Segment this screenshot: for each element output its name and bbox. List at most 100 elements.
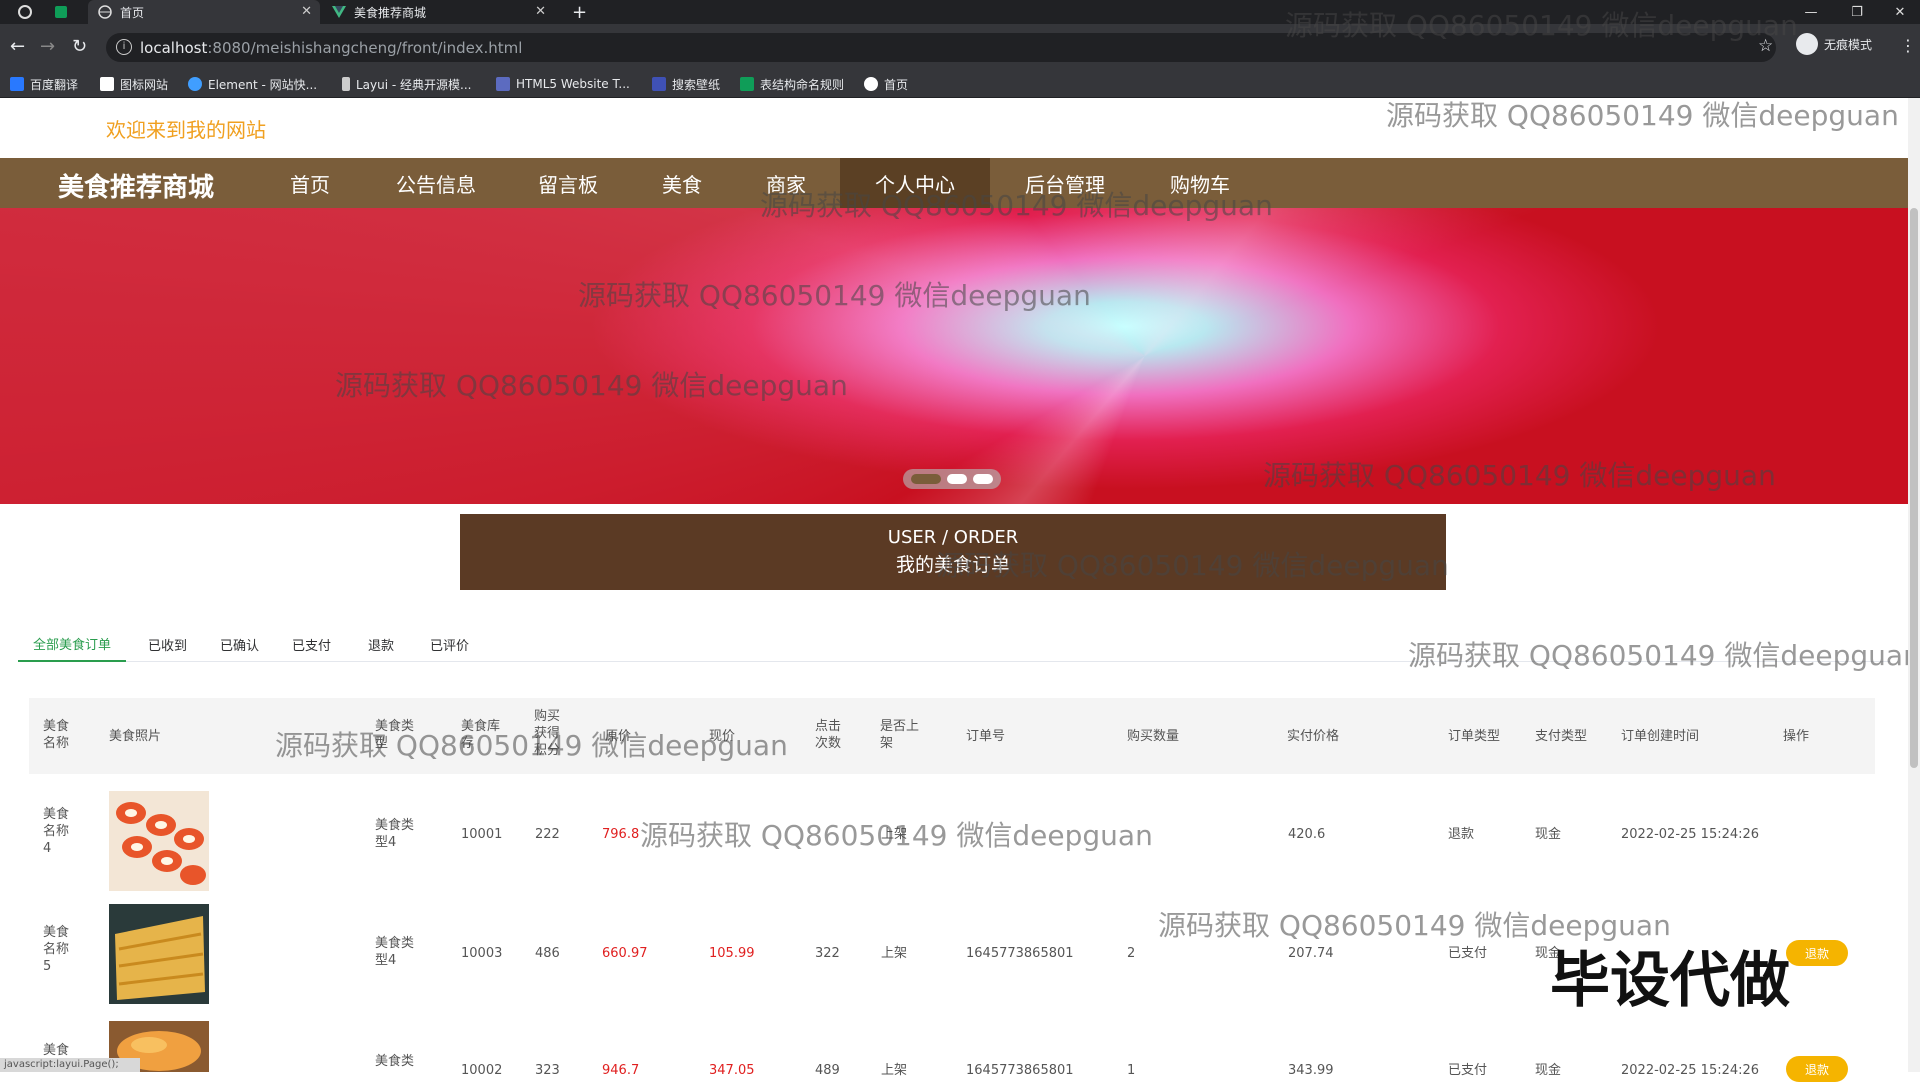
refund-button[interactable]: 退款 <box>1786 1056 1848 1082</box>
globe-icon <box>864 77 878 91</box>
bookmark-label: 搜索壁纸 <box>672 77 721 92</box>
bookmark-label: Element - 网站快... <box>208 77 318 92</box>
more-menu-icon[interactable]: ⋮ <box>1900 36 1916 55</box>
site-brand[interactable]: 美食推荐商城 <box>58 167 214 204</box>
status-bar: javascript:layui.Page(); <box>0 1058 140 1072</box>
restore-icon[interactable]: ❐ <box>1834 0 1880 24</box>
back-icon[interactable]: ← <box>10 37 25 57</box>
order-qty: 2 <box>1127 946 1136 961</box>
bookmark-label: 表结构命名规则 <box>760 77 845 92</box>
paid-price: 420.6 <box>1288 827 1326 842</box>
close-icon[interactable]: ✕ <box>301 4 312 19</box>
welcome-text: 欢迎来到我的网站 <box>106 118 266 142</box>
food-orig-price: 946.7 <box>602 1063 640 1078</box>
new-tab-button[interactable]: + <box>572 0 596 24</box>
tab-paid[interactable]: 已支付 <box>292 626 331 662</box>
scrollbar-thumb[interactable] <box>1910 208 1918 768</box>
nav-home[interactable]: 首页 <box>268 158 352 208</box>
col-order-type: 订单类型 <box>1448 729 1501 744</box>
browser-tab-shop[interactable]: 美食推荐商城 ✕ <box>322 0 554 24</box>
col-order-no: 订单号 <box>966 729 1006 744</box>
watermark: 源码获取 QQ86050149 微信deepguan <box>760 189 1273 222</box>
food-orig-price: 660.97 <box>602 946 648 961</box>
nav-notices[interactable]: 公告信息 <box>384 158 488 208</box>
col-food-name: 美食名称 <box>43 719 70 751</box>
col-actions: 操作 <box>1783 729 1810 744</box>
carousel-dot[interactable] <box>973 474 993 484</box>
bookmark-item[interactable]: 百度翻译 <box>10 70 78 98</box>
browser-tab-home[interactable]: 首页 ✕ <box>88 0 320 24</box>
food-onsale: 上架 <box>881 946 908 961</box>
food-stock: 10001 <box>461 827 503 842</box>
order-qty: 1 <box>1127 1063 1136 1078</box>
watermark: 源码获取 QQ86050149 微信deepguan <box>1263 459 1776 492</box>
incognito-badge[interactable]: 无痕模式 <box>1796 32 1872 56</box>
bookmark-label: 图标网站 <box>120 77 169 92</box>
browser-menu-icon[interactable] <box>8 0 44 24</box>
tab-refund[interactable]: 退款 <box>368 626 394 662</box>
tab-all-orders[interactable]: 全部美食订单 <box>18 626 127 662</box>
tab-confirmed[interactable]: 已确认 <box>220 626 259 662</box>
tab-reviewed[interactable]: 已评价 <box>430 626 469 662</box>
food-type: 美食类型4 <box>375 936 415 968</box>
food-points: 486 <box>535 946 560 961</box>
reload-icon[interactable]: ↻ <box>72 37 87 57</box>
forward-icon[interactable]: → <box>40 37 55 57</box>
bookmark-label: 百度翻译 <box>30 77 79 92</box>
bookmark-icon <box>496 77 510 91</box>
nav-message-board[interactable]: 留言板 <box>526 158 610 208</box>
food-type: 美食类型4 <box>375 818 415 850</box>
order-type: 退款 <box>1448 827 1475 842</box>
food-photo <box>109 791 209 891</box>
tab-title: 首页 <box>120 5 145 20</box>
url-path: :8080/meishishangcheng/front/index.html <box>207 38 523 57</box>
page-scrollbar[interactable] <box>1908 98 1920 1072</box>
col-onsale: 是否上架 <box>880 719 920 751</box>
food-clicks: 322 <box>815 946 840 961</box>
food-points: 323 <box>535 1063 560 1078</box>
watermark: 源码获取 QQ86050149 微信deepguan <box>1386 99 1899 132</box>
col-paid: 实付价格 <box>1287 729 1340 744</box>
bookmark-item[interactable]: Layui - 经典开源模... <box>342 70 471 98</box>
food-name: 美食名称5 <box>43 925 70 974</box>
food-points: 222 <box>535 827 560 842</box>
carousel-dot[interactable] <box>911 474 941 484</box>
created-time: 2022-02-25 15:24:26 <box>1621 827 1760 842</box>
bookmark-item[interactable]: 图标网站 <box>100 70 168 98</box>
food-name: 美食 <box>43 1043 70 1058</box>
window-close-icon[interactable]: ✕ <box>1880 0 1920 24</box>
tab-received[interactable]: 已收到 <box>148 626 187 662</box>
order-type: 已支付 <box>1448 946 1488 961</box>
col-clicks: 点击次数 <box>815 719 842 751</box>
bookmark-item[interactable]: HTML5 Website T... <box>496 70 630 98</box>
col-created: 订单创建时间 <box>1621 729 1700 744</box>
bookmark-item[interactable]: 搜索壁纸 <box>652 70 720 98</box>
food-stock: 10003 <box>461 946 503 961</box>
refund-button[interactable]: 退款 <box>1786 940 1848 966</box>
order-type: 已支付 <box>1448 1063 1488 1078</box>
incognito-icon <box>1796 33 1818 55</box>
food-price: 105.99 <box>709 946 755 961</box>
site-info-icon[interactable]: i <box>116 39 132 55</box>
pay-type: 现金 <box>1535 827 1562 842</box>
close-icon[interactable]: ✕ <box>535 4 546 19</box>
carousel-dot[interactable] <box>947 474 967 484</box>
bookmark-item[interactable]: Element - 网站快... <box>188 70 317 98</box>
carousel-indicator <box>903 469 1001 489</box>
food-price: 347.05 <box>709 1063 755 1078</box>
order-number: 1645773865801 <box>966 946 1074 961</box>
corner-watermark: 毕设代做 <box>1550 946 1790 1016</box>
watermark: 源码获取 QQ86050149 微信deepguan <box>1408 639 1920 672</box>
bookmark-item[interactable]: 首页 <box>864 70 908 98</box>
nav-food[interactable]: 美食 <box>642 158 722 208</box>
bookmark-icon <box>342 77 350 91</box>
bookmark-icon <box>740 77 754 91</box>
food-name: 美食名称4 <box>43 807 70 856</box>
watermark: 源码获取 QQ86050149 微信deepguan <box>335 369 848 402</box>
pinned-tab[interactable] <box>44 0 88 24</box>
bookmark-label: 首页 <box>884 77 909 92</box>
bookmark-icon <box>188 77 202 91</box>
chrome-icon <box>18 5 32 19</box>
bookmark-item[interactable]: 表结构命名规则 <box>740 70 844 98</box>
incognito-label: 无痕模式 <box>1824 37 1873 52</box>
